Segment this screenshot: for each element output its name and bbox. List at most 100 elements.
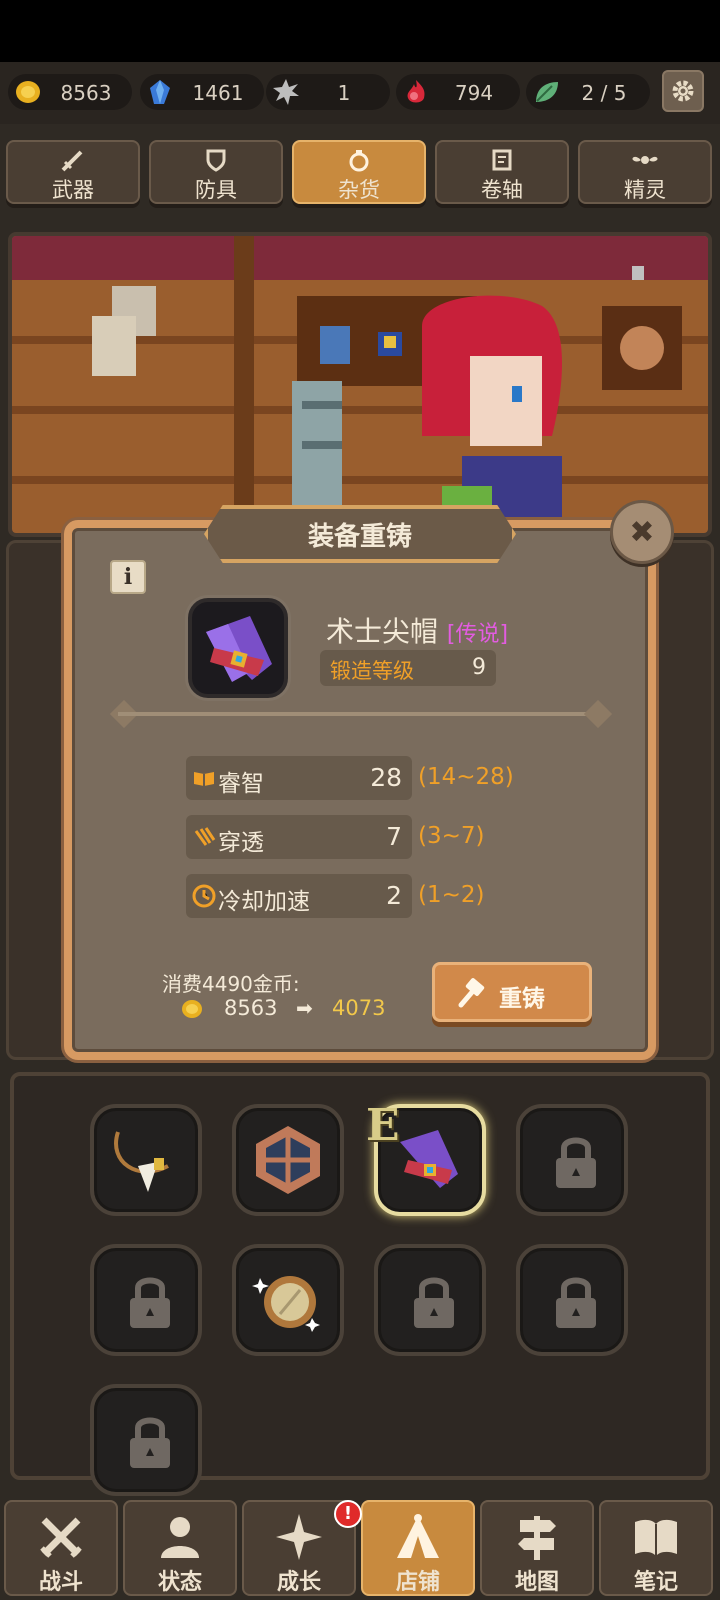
stat-value: 7 <box>386 822 402 851</box>
flame-value: 794 <box>454 81 494 105</box>
shelf-items-art <box>320 326 402 364</box>
shield-icon <box>206 149 226 172</box>
shard-value: 1 <box>337 81 351 105</box>
reforge-button[interactable]: 重铸 <box>432 962 592 1022</box>
nav-shop[interactable]: 店铺 <box>361 1500 475 1596</box>
nav-label: 状态 <box>157 1570 202 1595</box>
equipped-marker: E <box>366 1100 400 1151</box>
wanted-poster-art <box>92 286 156 376</box>
settings-button[interactable] <box>662 70 704 112</box>
tab-misc[interactable]: 杂货 <box>292 140 426 204</box>
book-icon <box>194 772 214 786</box>
nav-label: 成长 <box>276 1570 321 1595</box>
gem-value: 1461 <box>192 81 244 105</box>
stat-name: 睿智 <box>218 771 264 797</box>
currency-bar: 8563 1461 1 794 2 / 5 <box>0 62 720 124</box>
gold-before: 8563 <box>224 996 278 1020</box>
info-icon: i <box>123 564 133 590</box>
inventory-slot-rune-shield[interactable] <box>232 1104 344 1216</box>
ring-icon <box>349 150 369 172</box>
nav-label: 笔记 <box>633 1570 678 1595</box>
nav-label: 店铺 <box>395 1570 440 1595</box>
shopkeeper-scene <box>8 232 712 537</box>
arrow-right-icon: ➡ <box>296 996 313 1020</box>
inventory-slot-locked[interactable] <box>374 1244 486 1356</box>
wings-icon <box>632 156 658 164</box>
close-button[interactable]: ✖ <box>610 500 674 564</box>
tab-armor[interactable]: 防具 <box>149 140 283 204</box>
currency-gem: 1461 <box>140 74 264 110</box>
nav-notes[interactable]: 笔记 <box>599 1500 713 1596</box>
gear-icon <box>672 80 694 102</box>
leaf-value: 2 / 5 <box>581 81 627 105</box>
blue-gem-icon <box>150 80 170 104</box>
currency-leaf: 2 / 5 <box>526 74 650 110</box>
close-icon: ✖ <box>629 514 655 550</box>
item-name: 术士尖帽 <box>326 615 439 648</box>
tab-label: 防具 <box>195 178 237 202</box>
category-tabs: 武器 防具 杂货 卷轴 精灵 <box>0 140 720 208</box>
tab-label: 武器 <box>52 178 94 202</box>
inventory-slot-sparkle-mirror[interactable] <box>232 1244 344 1356</box>
claw-icon <box>194 827 216 846</box>
nav-label: 战斗 <box>38 1570 83 1595</box>
forge-level-label: 锻造等级 <box>330 659 414 683</box>
stat-row-wisdom: 睿智 28 <box>186 756 412 800</box>
tab-scrolls[interactable]: 卷轴 <box>435 140 569 204</box>
gold-after: 4073 <box>332 996 386 1020</box>
stat-name: 冷却加速 <box>218 889 310 915</box>
gold-coin-icon <box>16 81 40 103</box>
forge-level-row: 锻造等级 9 <box>320 650 496 686</box>
crossed-swords-icon <box>40 1517 82 1558</box>
hanging-sign-art <box>602 266 682 390</box>
stat-row-penetration: 穿透 7 <box>186 815 412 859</box>
sparkle-icon <box>276 1514 322 1560</box>
red-flame-icon <box>407 80 425 103</box>
gear-shard-icon <box>273 79 299 105</box>
currency-shard: 1 <box>266 74 390 110</box>
fang-necklace-icon <box>114 1131 169 1192</box>
stat-range: (3~7) <box>418 823 485 849</box>
tab-spirits[interactable]: 精灵 <box>578 140 712 204</box>
lock-icon <box>130 1417 170 1468</box>
tent-icon <box>397 1514 439 1558</box>
item-preview <box>188 598 288 698</box>
tab-weapons[interactable]: 武器 <box>6 140 140 204</box>
inventory-slot-locked[interactable] <box>516 1104 628 1216</box>
nav-map[interactable]: 地图 <box>480 1500 594 1596</box>
person-icon <box>161 1517 199 1558</box>
gold-coin-icon <box>182 1000 202 1018</box>
inventory-slot-locked[interactable] <box>90 1244 202 1356</box>
stat-range: (14~28) <box>418 764 514 790</box>
leaf-icon <box>536 82 558 102</box>
stat-row-cooldown: 冷却加速 2 <box>186 874 412 918</box>
currency-flame: 794 <box>396 74 520 110</box>
cooldown-icon <box>192 884 216 908</box>
sword-icon <box>61 150 83 172</box>
lock-icon <box>556 1277 596 1328</box>
nav-label: 地图 <box>514 1570 559 1595</box>
lock-icon <box>130 1277 170 1328</box>
scene-post <box>234 236 254 533</box>
item-rarity: [传说] <box>446 622 509 647</box>
tab-label: 精灵 <box>624 178 666 202</box>
currency-gold: 8563 <box>8 74 132 110</box>
sparkle-mirror-icon <box>252 1276 320 1332</box>
lock-icon <box>414 1277 454 1328</box>
inventory-slot-locked[interactable] <box>516 1244 628 1356</box>
tab-label: 卷轴 <box>481 178 523 202</box>
stat-value: 28 <box>370 763 402 792</box>
gold-value: 8563 <box>60 81 112 105</box>
rune-shield-icon <box>256 1126 320 1194</box>
info-button[interactable]: i <box>110 560 146 594</box>
stat-name: 穿透 <box>218 830 264 856</box>
inventory-slot-fang-necklace[interactable] <box>90 1104 202 1216</box>
divider <box>118 712 604 716</box>
nav-battle[interactable]: 战斗 <box>4 1500 118 1596</box>
status-bar-area <box>0 0 720 62</box>
nav-status[interactable]: 状态 <box>123 1500 237 1596</box>
stat-range: (1~2) <box>418 882 485 908</box>
notification-badge: ! <box>334 1500 362 1528</box>
item-name-line: 术士尖帽 [传说] <box>326 610 508 650</box>
inventory-slot-locked[interactable] <box>90 1384 202 1496</box>
